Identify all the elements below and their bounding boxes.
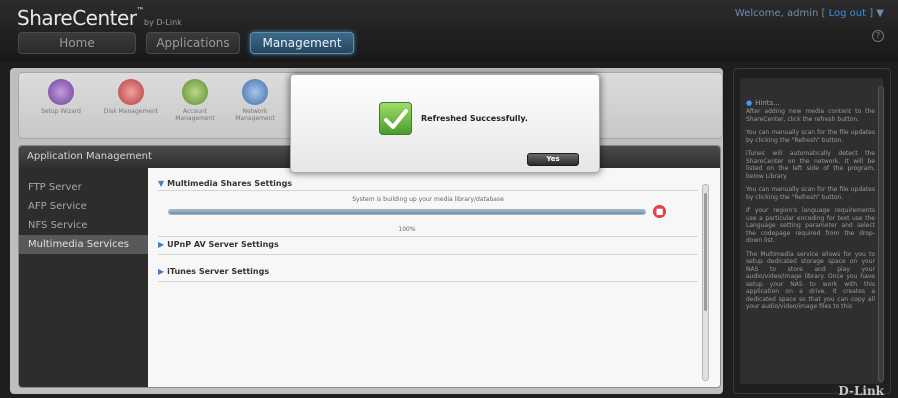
- checkmark-icon: [379, 102, 412, 135]
- modal-overlay: [0, 0, 898, 398]
- yes-button[interactable]: Yes: [527, 153, 579, 166]
- refresh-dialog: Refreshed Successfully. Yes: [290, 74, 600, 173]
- dialog-message: Refreshed Successfully.: [421, 114, 528, 123]
